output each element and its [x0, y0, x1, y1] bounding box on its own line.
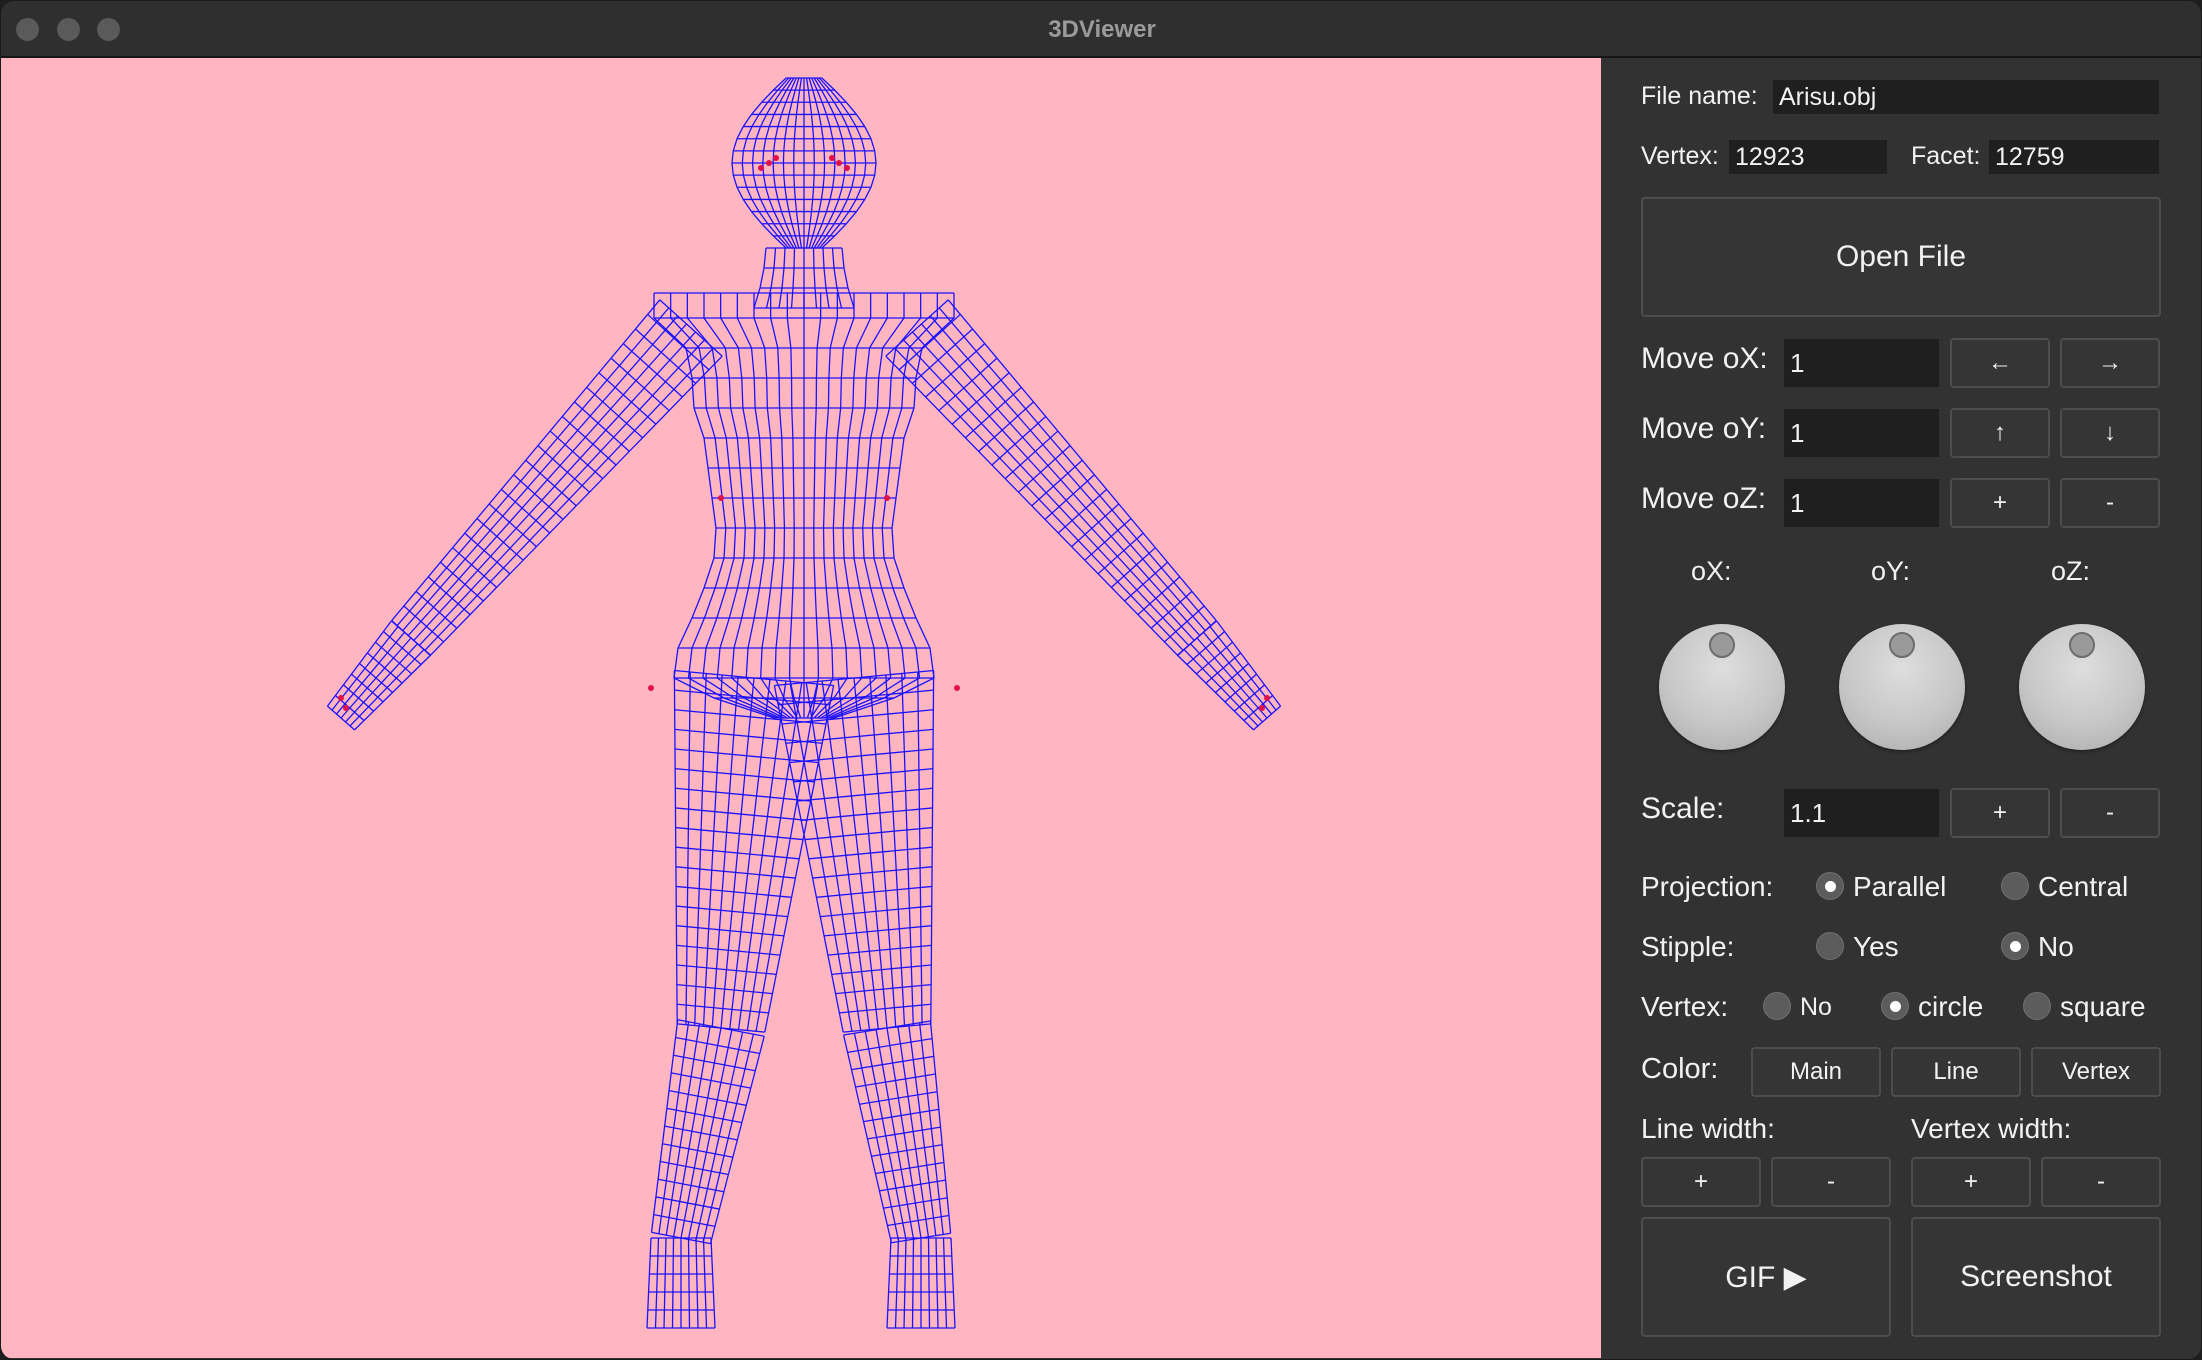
- projection-central-radio[interactable]: [2001, 872, 2029, 900]
- move-oz-input[interactable]: 1: [1784, 479, 1939, 527]
- vertex-mode-label: Vertex:: [1641, 991, 1729, 1022]
- stipple-yes-radio[interactable]: [1816, 932, 1844, 960]
- control-panel: File name: Arisu.obj Vertex: 12923 Facet…: [1601, 58, 2201, 1359]
- move-ox-right-button[interactable]: →: [2060, 338, 2160, 388]
- color-main-button[interactable]: Main: [1751, 1047, 1881, 1097]
- color-vertex-button[interactable]: Vertex: [2031, 1047, 2161, 1097]
- move-oz-minus-button[interactable]: -: [2060, 478, 2160, 528]
- facet-count-label: Facet:: [1911, 142, 1981, 170]
- move-ox-input[interactable]: 1: [1784, 339, 1939, 387]
- vertex-count-label: Vertex:: [1641, 142, 1719, 170]
- move-ox-left-button[interactable]: ←: [1950, 338, 2050, 388]
- vertex-mode-square-label: square: [2060, 991, 2146, 1022]
- app-window: 3DViewer File name: Arisu.obj Vertex: 12…: [0, 0, 2202, 1360]
- vertex-count-field: 12923: [1729, 140, 1887, 174]
- move-oy-up-button[interactable]: ↑: [1950, 408, 2050, 458]
- vertex-width-plus-button[interactable]: +: [1911, 1157, 2031, 1207]
- rotate-oz-dial[interactable]: [2019, 624, 2145, 750]
- rotate-ox-label: oX:: [1691, 556, 1732, 586]
- vertex-mode-square-radio[interactable]: [2023, 992, 2051, 1020]
- open-file-button[interactable]: Open File: [1641, 197, 2161, 317]
- move-oz-plus-button[interactable]: +: [1950, 478, 2050, 528]
- projection-parallel-label: Parallel: [1853, 871, 1947, 902]
- stipple-no-radio[interactable]: [2001, 932, 2029, 960]
- scale-plus-button[interactable]: +: [1950, 788, 2050, 838]
- screenshot-button[interactable]: Screenshot: [1911, 1217, 2161, 1337]
- title-bar: 3DViewer: [1, 1, 2201, 58]
- move-oy-label: Move oY:: [1641, 412, 1767, 445]
- line-width-plus-button[interactable]: +: [1641, 1157, 1761, 1207]
- stipple-no-label: No: [2038, 931, 2074, 962]
- dial-handle-icon: [2069, 632, 2095, 658]
- file-name-field: Arisu.obj: [1773, 80, 2159, 114]
- vertex-mode-circle-radio[interactable]: [1881, 992, 1909, 1020]
- dial-handle-icon: [1709, 632, 1735, 658]
- vertex-width-label: Vertex width:: [1911, 1113, 2072, 1144]
- line-width-minus-button[interactable]: -: [1771, 1157, 1891, 1207]
- rotate-oz-label: oZ:: [2051, 556, 2091, 586]
- projection-central-label: Central: [2038, 871, 2129, 902]
- stipple-label: Stipple:: [1641, 931, 1735, 962]
- color-label: Color:: [1641, 1053, 1719, 1085]
- model-viewport[interactable]: [1, 58, 1601, 1358]
- gif-record-button[interactable]: GIF ▶: [1641, 1217, 1891, 1337]
- vertex-mode-circle-label: circle: [1918, 991, 1984, 1022]
- color-line-button[interactable]: Line: [1891, 1047, 2021, 1097]
- move-oz-label: Move oZ:: [1641, 482, 1767, 515]
- vertex-width-minus-button[interactable]: -: [2041, 1157, 2161, 1207]
- dial-handle-icon: [1889, 632, 1915, 658]
- wireframe-model: [326, 77, 1282, 1329]
- facet-count-field: 12759: [1989, 140, 2159, 174]
- stipple-yes-label: Yes: [1853, 931, 1899, 962]
- move-ox-label: Move oX:: [1641, 342, 1768, 375]
- projection-parallel-radio[interactable]: [1816, 872, 1844, 900]
- move-oy-down-button[interactable]: ↓: [2060, 408, 2160, 458]
- rotate-oy-label: oY:: [1871, 556, 1911, 586]
- scale-minus-button[interactable]: -: [2060, 788, 2160, 838]
- vertex-mode-no-radio[interactable]: [1763, 992, 1791, 1020]
- scale-label: Scale:: [1641, 792, 1725, 825]
- window-title: 3DViewer: [1048, 16, 1156, 43]
- rotate-ox-dial[interactable]: [1659, 624, 1785, 750]
- vertex-mode-no-label: No: [1800, 993, 1832, 1021]
- scale-input[interactable]: 1.1: [1784, 789, 1939, 837]
- move-oy-input[interactable]: 1: [1784, 409, 1939, 457]
- file-name-label: File name:: [1641, 82, 1758, 110]
- line-width-label: Line width:: [1641, 1113, 1775, 1144]
- projection-label: Projection:: [1641, 871, 1774, 902]
- rotate-oy-dial[interactable]: [1839, 624, 1965, 750]
